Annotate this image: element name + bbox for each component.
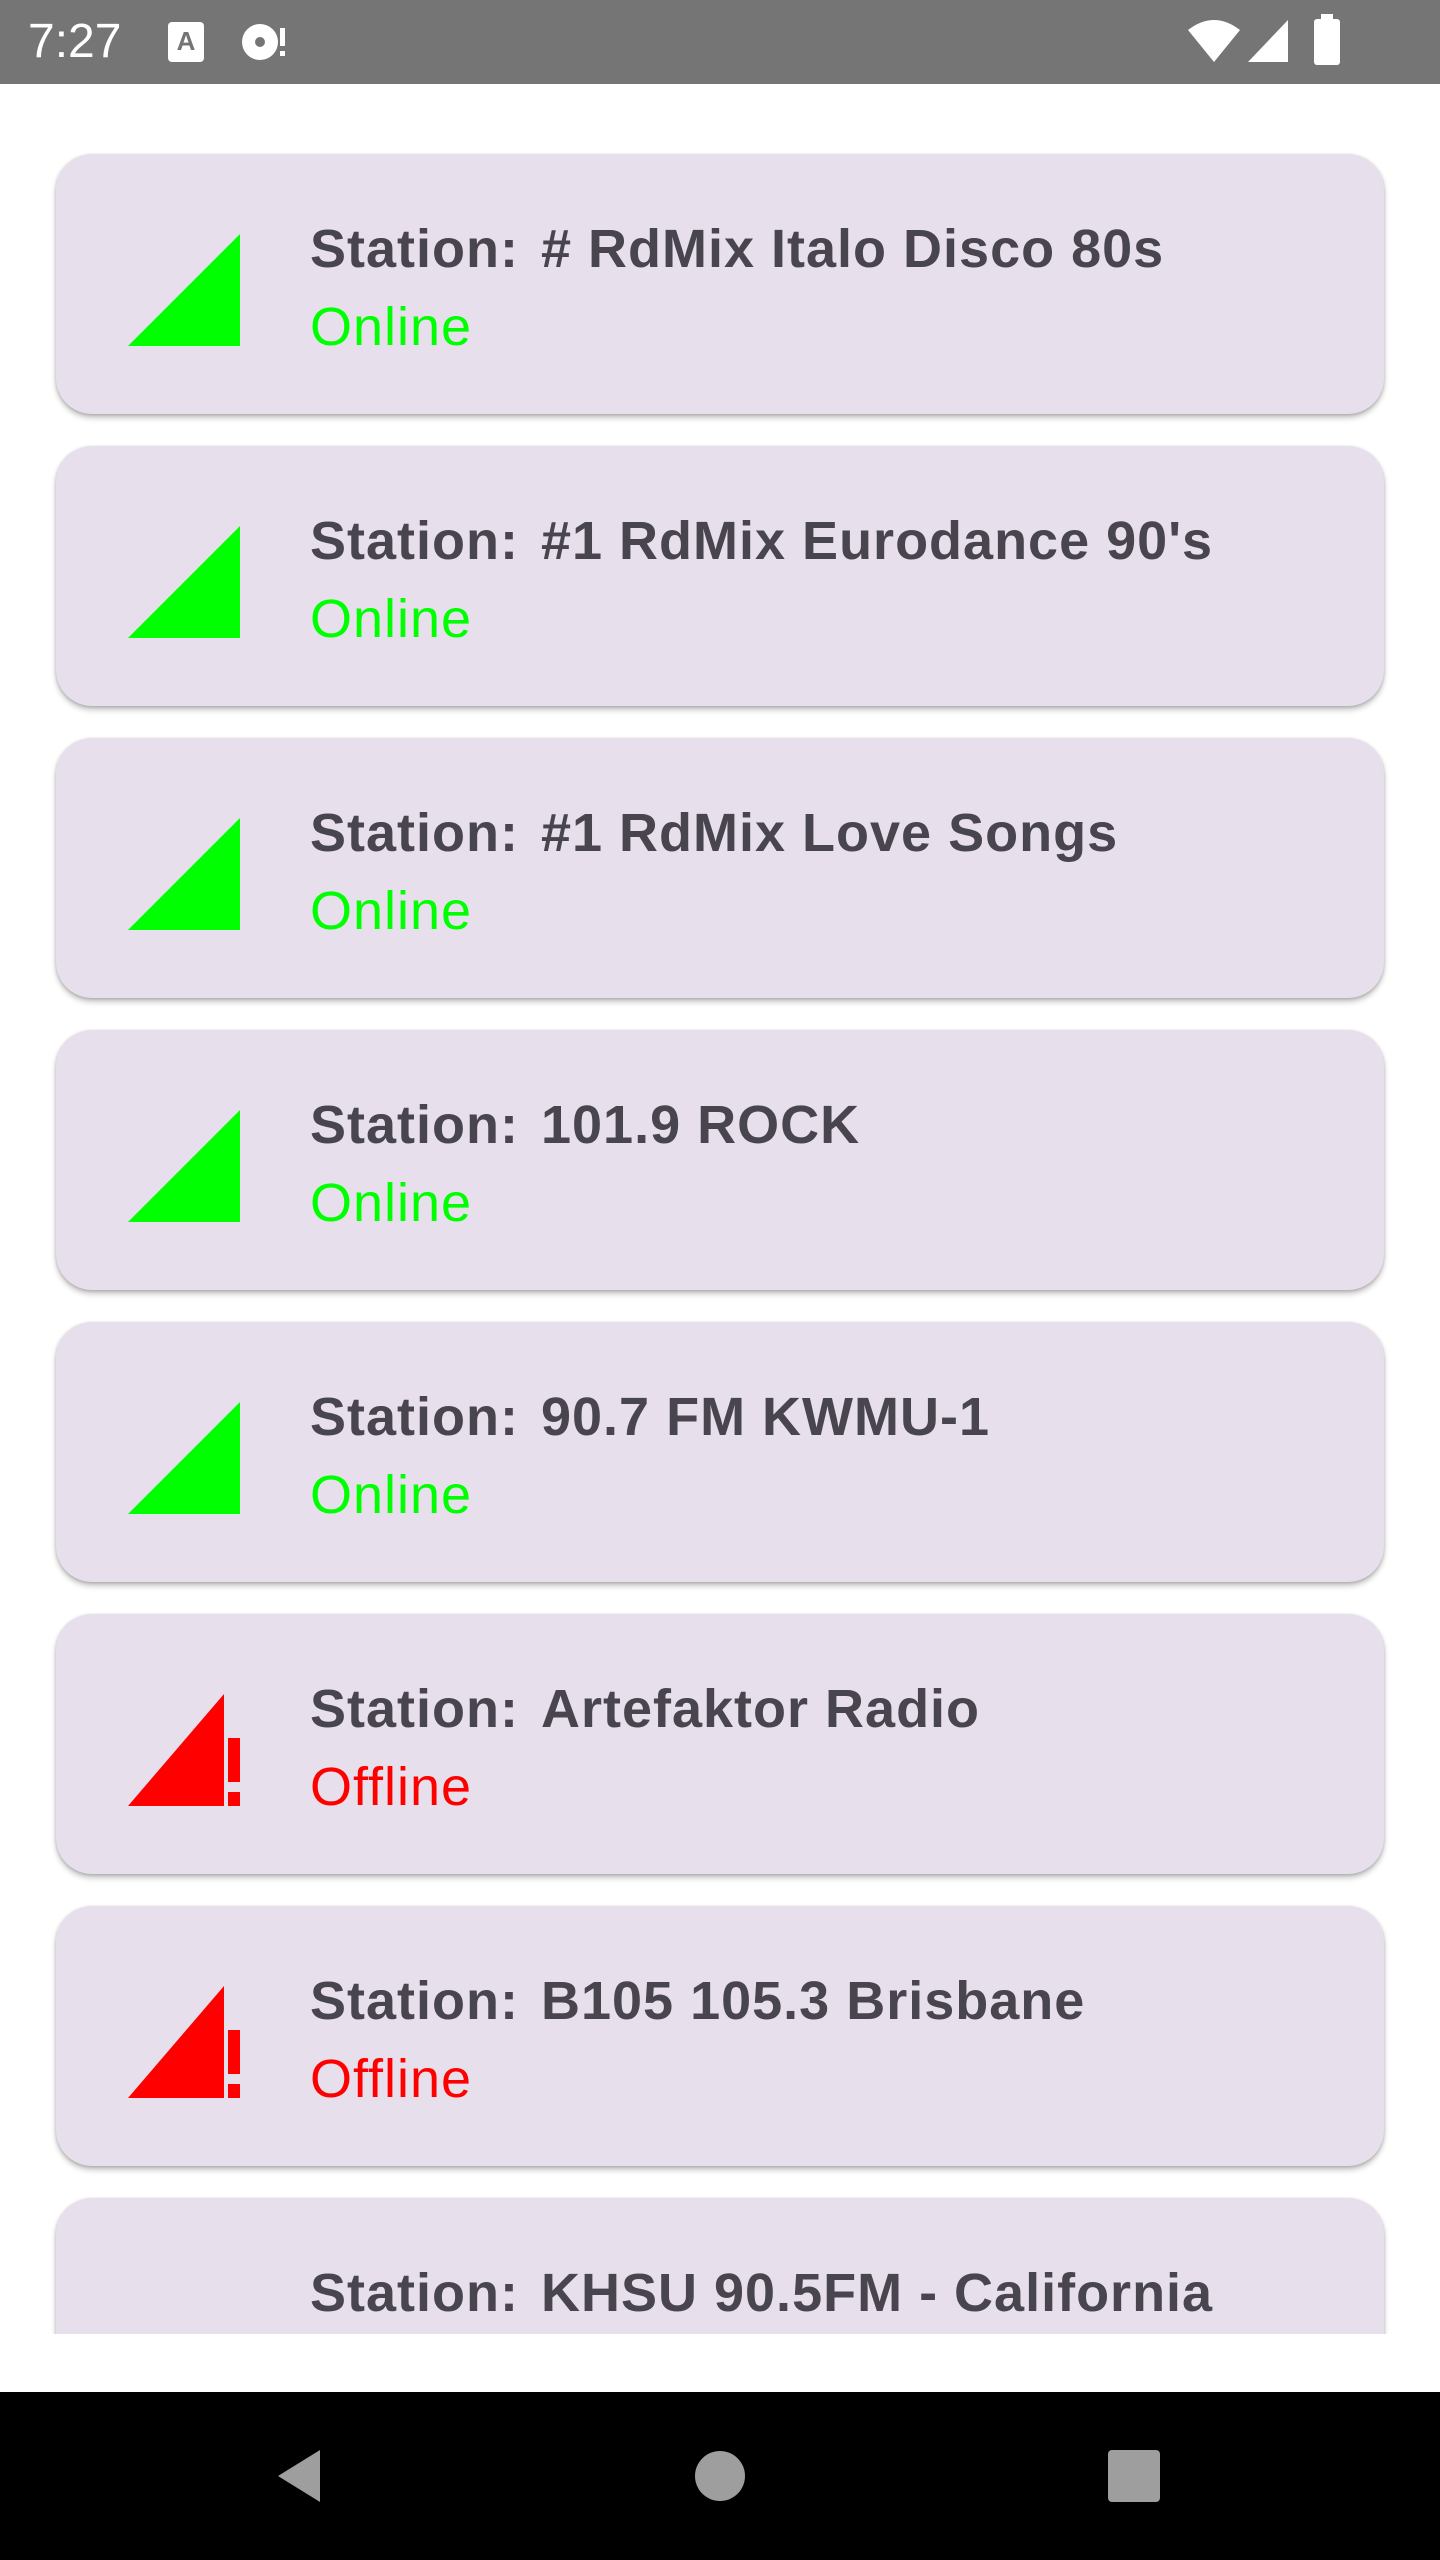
station-status: Online: [310, 589, 473, 649]
station-name-line: Station: #1 RdMix Eurodance 90's: [310, 508, 1213, 574]
station-name: Artefaktor Radio: [540, 1679, 981, 1739]
station-name-line: Station: Artefaktor Radio: [310, 1676, 980, 1742]
station-name-line: Station: 101.9 ROCK: [310, 1092, 860, 1158]
signal-icon: [1246, 18, 1290, 69]
status-bar: 7:27 A: [0, 0, 1440, 84]
back-icon[interactable]: [262, 2436, 342, 2516]
wifi-icon: [1186, 18, 1242, 69]
station-name: KHSU 90.5FM - California: [540, 2263, 1214, 2323]
station-name: B105 105.3 Brisbane: [540, 1971, 1086, 2031]
battery-icon: [1312, 14, 1342, 71]
station-name: #1 RdMix Eurodance 90's: [540, 511, 1214, 571]
station-name: # RdMix Italo Disco 80s: [540, 219, 1165, 279]
station-status: Online: [310, 297, 473, 357]
station-card[interactable]: Station: B105 105.3 Brisbane Offline: [56, 1906, 1384, 2166]
station-card[interactable]: Station: 101.9 ROCK Online: [56, 1030, 1384, 1290]
station-name: #1 RdMix Love Songs: [540, 803, 1119, 863]
station-card[interactable]: Station: #1 RdMix Eurodance 90's Online: [56, 446, 1384, 706]
svg-text:A: A: [177, 26, 196, 56]
station-card[interactable]: Station: Artefaktor Radio Offline: [56, 1614, 1384, 1874]
keyboard-a-icon: A: [166, 20, 206, 69]
station-list[interactable]: Station: # RdMix Italo Disco 80s Online Sta…: [0, 84, 1440, 2334]
signal-offline-icon: [124, 1690, 244, 1810]
station-label: Station:: [310, 1971, 519, 2031]
station-card[interactable]: Station: KHSU 90.5FM - California: [56, 2198, 1384, 2334]
station-status: Offline: [310, 2049, 473, 2109]
station-name-line: Station: B105 105.3 Brisbane: [310, 1968, 1085, 2034]
station-label: Station:: [310, 219, 519, 279]
station-card[interactable]: Station: #1 RdMix Love Songs Online: [56, 738, 1384, 998]
signal-online-icon: [124, 1106, 244, 1226]
station-label: Station:: [310, 1679, 519, 1739]
station-status: Online: [310, 1465, 473, 1525]
station-card[interactable]: Station: # RdMix Italo Disco 80s Online: [56, 154, 1384, 414]
station-card[interactable]: Station: 90.7 FM KWMU-1 Online: [56, 1322, 1384, 1582]
station-status: Online: [310, 881, 473, 941]
signal-offline-icon: [124, 1982, 244, 2102]
station-label: Station:: [310, 1095, 519, 1155]
signal-online-icon: [124, 522, 244, 642]
station-status: Offline: [310, 1757, 473, 1817]
status-time: 7:27: [28, 15, 122, 68]
station-label: Station:: [310, 1387, 519, 1447]
station-name-line: Station: # RdMix Italo Disco 80s: [310, 216, 1164, 282]
signal-online-icon: [124, 230, 244, 350]
station-name: 90.7 FM KWMU-1: [540, 1387, 991, 1447]
station-label: Station:: [310, 803, 519, 863]
recents-icon[interactable]: [1094, 2436, 1174, 2516]
station-label: Station:: [310, 511, 519, 571]
station-status: Online: [310, 1173, 473, 1233]
station-name-line: Station: KHSU 90.5FM - California: [310, 2260, 1213, 2326]
station-name-line: Station: 90.7 FM KWMU-1: [310, 1384, 990, 1450]
home-icon[interactable]: [680, 2436, 760, 2516]
navigation-bar: [0, 2392, 1440, 2560]
station-label: Station:: [310, 2263, 519, 2323]
media-icon: [240, 20, 290, 69]
signal-online-icon: [124, 1398, 244, 1518]
signal-online-icon: [124, 814, 244, 934]
station-name-line: Station: #1 RdMix Love Songs: [310, 800, 1118, 866]
station-name: 101.9 ROCK: [540, 1095, 861, 1155]
